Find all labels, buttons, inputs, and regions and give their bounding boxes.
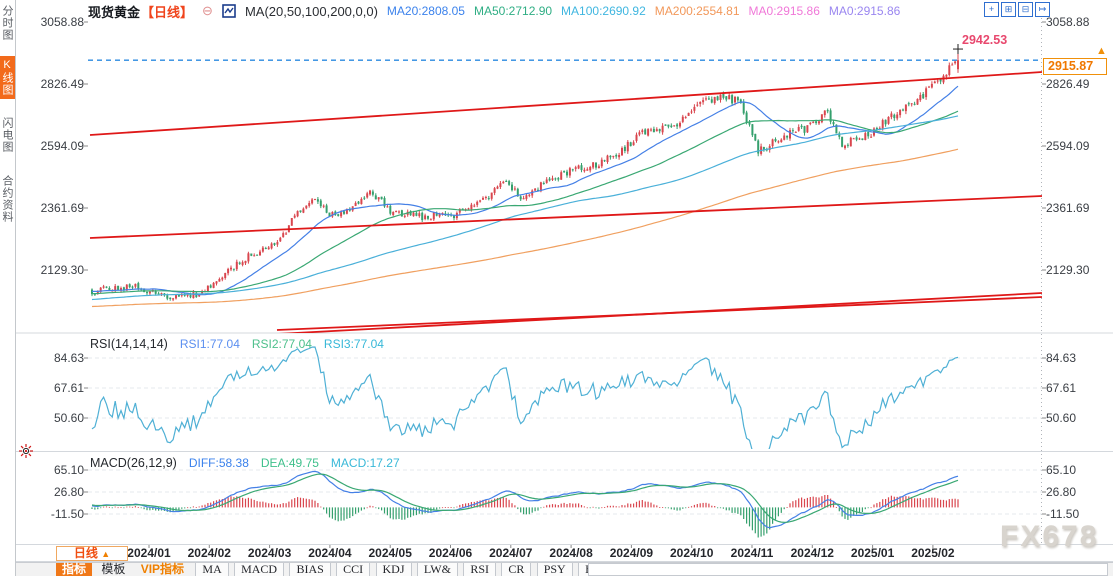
rsi-axis-label: 67.61 [16, 381, 84, 395]
session-high-label: 2942.53 [962, 33, 1007, 47]
toolbar-item-cci[interactable]: CCI [336, 563, 370, 576]
rsi-axis-label: 67.61 [1046, 381, 1076, 395]
ma20-value: MA20:2808.05 [387, 4, 465, 18]
price-axis-label: 2826.49 [16, 77, 84, 91]
x-axis-date-label: 2024/11 [720, 546, 784, 560]
x-axis-date-label: 2025/01 [841, 546, 905, 560]
toolbar-item-ma[interactable]: MA [195, 563, 228, 576]
ma0-value-2: MA0:2915.86 [829, 4, 900, 18]
diff-value: DIFF:58.38 [189, 456, 249, 470]
period-up-arrow-icon: ▲ [101, 549, 110, 559]
toolbar-item-lw[interactable]: LW& [417, 563, 458, 576]
collapse-icon[interactable]: ⊖ [202, 3, 213, 19]
price-axis-label: 2129.30 [1046, 263, 1089, 277]
toolbar-item-bias[interactable]: BIAS [289, 563, 330, 576]
sidebar-item-contract-info[interactable]: 合约资料 [0, 172, 15, 226]
toolbar-item-macd[interactable]: MACD [234, 563, 284, 576]
macd-title: MACD(26,12,9) [90, 456, 177, 470]
period-selector[interactable]: 日线 ▲ [56, 546, 128, 561]
chart-type-sidebar: 分时图 K线图 闪电图 合约资料 [0, 0, 16, 576]
toolbar-item-vip-indicators[interactable]: VIP指标 [135, 563, 190, 576]
sidebar-item-kline[interactable]: K线图 [0, 56, 15, 99]
zoom-in-icon[interactable]: ⊞ [1001, 2, 1016, 17]
rsi-axis-label: 84.63 [1046, 351, 1076, 365]
x-axis-date-label: 2024/09 [599, 546, 663, 560]
price-axis-label: 2129.30 [16, 263, 84, 277]
toolbar-item-kdj[interactable]: KDJ [376, 563, 412, 576]
price-axis-label: 3058.88 [1046, 15, 1089, 29]
price-axis-label: 2361.69 [1046, 201, 1089, 215]
toolbar-empty-field [588, 563, 1108, 576]
rsi-axis-label: 84.63 [16, 351, 84, 365]
crosshair-icon[interactable]: + [984, 2, 999, 17]
zoom-out-icon[interactable]: ⊟ [1018, 2, 1033, 17]
x-axis-date-label: 2024/04 [298, 546, 362, 560]
x-axis-date-label: 2024/10 [660, 546, 724, 560]
price-up-arrow-icon: ▲ [1096, 45, 1107, 57]
macd-axis-label: 26.80 [16, 485, 84, 499]
macd-value: MACD:17.27 [331, 456, 400, 470]
toolbar-item-cr[interactable]: CR [501, 563, 531, 576]
x-axis-date-label: 2025/02 [901, 546, 965, 560]
x-axis-date-label: 2024/03 [238, 546, 302, 560]
rsi2-value: RSI2:77.04 [252, 337, 312, 351]
chart-application: 分时图 K线图 闪电图 合约资料 现货黄金【日线】 ⊖ MA(20,50,100… [0, 0, 1113, 576]
ma0-value-1: MA0:2915.86 [749, 4, 820, 18]
period-selector-label: 日线 [74, 546, 98, 560]
rsi1-value: RSI1:77.04 [180, 337, 240, 351]
x-axis-date-label: 2024/02 [177, 546, 241, 560]
macd-axis-label: 65.10 [1046, 463, 1076, 477]
macd-axis-label: 26.80 [1046, 485, 1076, 499]
current-price-box: 2915.87 [1043, 58, 1107, 75]
x-axis-date-label: 2024/05 [358, 546, 422, 560]
rsi-axis-label: 50.60 [16, 411, 84, 425]
chart-header: 现货黄金【日线】 ⊖ MA(20,50,100,200,0,0) MA20:28… [88, 3, 900, 19]
price-axis-label: 2594.09 [16, 139, 84, 153]
toolbar-item-rsi[interactable]: RSI [463, 563, 496, 576]
symbol-name: 现货黄金 [88, 2, 140, 21]
ma-params-label: MA(20,50,100,200,0,0) [245, 4, 378, 19]
macd-panel-header: MACD(26,12,9) DIFF:58.38 DEA:49.75 MACD:… [90, 456, 400, 470]
ma50-value: MA50:2712.90 [474, 4, 552, 18]
ma100-value: MA100:2690.92 [561, 4, 646, 18]
price-axis-label: 2826.49 [1046, 77, 1089, 91]
sidebar-item-lightning[interactable]: 闪电图 [0, 114, 15, 156]
rsi3-value: RSI3:77.04 [324, 337, 384, 351]
rsi-axis-label: 50.60 [1046, 411, 1076, 425]
ma200-value: MA200:2554.81 [655, 4, 740, 18]
dea-value: DEA:49.75 [261, 456, 319, 470]
chart-canvas[interactable] [0, 0, 1113, 576]
x-axis-date-label: 2024/08 [539, 546, 603, 560]
indicator-chart-icon [222, 4, 236, 18]
macd-axis-label: -11.50 [1046, 507, 1079, 521]
x-axis-date-label: 2024/06 [419, 546, 483, 560]
rsi-title: RSI(14,14,14) [90, 337, 168, 351]
macd-axis-label: -11.50 [16, 507, 84, 521]
toolbar-item-indicators[interactable]: 指标 [56, 563, 92, 576]
toolbar-item-templates[interactable]: 模板 [95, 563, 131, 576]
period-tag: 【日线】 [141, 2, 193, 21]
x-axis-date-label: 2024/12 [780, 546, 844, 560]
sidebar-item-timeshare[interactable]: 分时图 [0, 2, 15, 44]
price-axis-label: 2361.69 [16, 201, 84, 215]
price-axis-label: 2594.09 [1046, 139, 1089, 153]
watermark: FX678 [1000, 520, 1098, 554]
x-axis-date-label: 2024/07 [479, 546, 543, 560]
chart-tool-icons: + ⊞ ⊟ ↦ [984, 2, 1050, 17]
rsi-panel-header: RSI(14,14,14) RSI1:77.04 RSI2:77.04 RSI3… [90, 337, 384, 351]
macd-axis-label: 65.10 [16, 463, 84, 477]
price-axis-label: 3058.88 [16, 15, 84, 29]
toolbar-item-psy[interactable]: PSY [537, 563, 573, 576]
